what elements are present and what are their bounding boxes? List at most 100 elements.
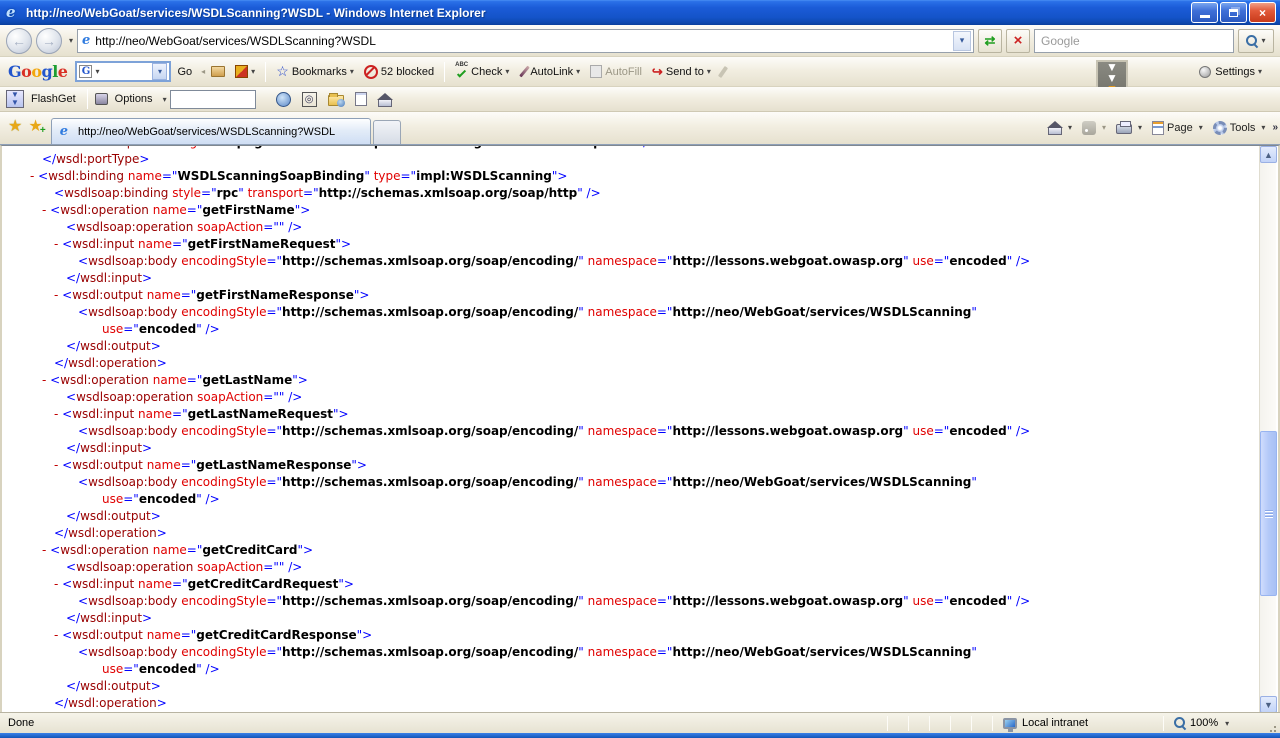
add-favorite-button[interactable]: ★ [28, 116, 42, 136]
google-search-history-dropdown[interactable]: ▾ [152, 63, 167, 80]
highlighter-button[interactable] [717, 64, 729, 80]
new-tab-button[interactable] [373, 120, 401, 144]
google-search-type-dropdown[interactable]: ▾ [95, 67, 99, 76]
scrollbar-thumb[interactable] [1260, 431, 1277, 596]
xml-line: - <wsdl:operation name="getLastName"> [2, 372, 1263, 389]
restore-button[interactable] [1220, 2, 1247, 23]
flashget-links-button[interactable] [351, 90, 371, 108]
xml-token: =" [172, 577, 188, 591]
xml-token: use [913, 594, 934, 608]
flashget-target-button[interactable]: ◎ [298, 90, 321, 109]
xml-token: wsdlsoap:body [88, 475, 177, 489]
forward-button[interactable]: → [36, 28, 62, 54]
settings-button[interactable]: Settings ▾ [1195, 64, 1266, 80]
back-button[interactable]: ← [6, 28, 32, 54]
bookmarks-button[interactable]: ☆ Bookmarks ▾ [272, 61, 358, 82]
google-go-button[interactable]: Go [173, 64, 196, 80]
flashget-label[interactable]: FlashGet [27, 91, 80, 107]
xml-token: =" [657, 305, 673, 319]
flashget-home-button[interactable] [374, 90, 396, 109]
popup-blocker-button[interactable]: 52 blocked [360, 63, 438, 81]
search-button[interactable]: ▾ [1238, 29, 1274, 53]
sendto-button[interactable]: ↪ Send to ▾ [648, 62, 715, 82]
xml-token: encodingStyle [181, 645, 266, 659]
xml-token: http://schemas.xmlsoap.org/soap/encoding… [282, 475, 578, 489]
collapse-toggle[interactable]: - [54, 407, 62, 421]
stop-button[interactable]: × [1006, 29, 1030, 53]
pagerank-dropdown[interactable]: ▾ [251, 67, 255, 76]
print-dropdown[interactable]: ▾ [1138, 123, 1142, 132]
xml-token: wsdlsoap:operation [76, 560, 193, 574]
refresh-button[interactable]: ⇄ [978, 29, 1002, 53]
favorites-center-button[interactable]: ★ [8, 116, 22, 136]
zoom-control[interactable]: 100% ▾ [1174, 717, 1264, 729]
resize-grip[interactable] [1264, 716, 1278, 730]
scroll-up-button[interactable]: ▲ [1260, 146, 1277, 163]
autolink-button[interactable]: AutoLink ▾ [515, 63, 584, 80]
collapse-toggle[interactable]: - [54, 288, 62, 302]
scroll-down-button[interactable]: ▼ [1260, 696, 1277, 712]
search-options-dropdown[interactable]: ▾ [1261, 36, 1265, 45]
xml-token: wsdlsoap:binding [64, 186, 168, 200]
xml-token: impl:WSDLScanning [416, 169, 552, 183]
home-icon [1048, 127, 1062, 135]
tools-dropdown[interactable]: ▾ [1261, 123, 1265, 132]
google-pagerank-button[interactable]: ▾ [231, 63, 259, 80]
options-tool-icon [95, 93, 108, 105]
flashget-search-button[interactable] [272, 90, 295, 109]
ie-app-icon: e [6, 5, 22, 21]
close-button[interactable]: × [1249, 2, 1276, 23]
collapse-toggle[interactable]: - [54, 458, 62, 472]
xml-line: </wsdl:operation> [2, 355, 1263, 372]
bookmarks-dropdown[interactable]: ▾ [350, 67, 354, 76]
minimize-button[interactable] [1191, 2, 1218, 23]
spellcheck-button[interactable]: ABC Check ▾ [451, 62, 513, 82]
home-dropdown[interactable]: ▾ [1068, 123, 1072, 132]
search-input[interactable]: Google [1034, 29, 1234, 53]
address-field[interactable]: e http://neo/WebGoat/services/WSDLScanni… [77, 29, 974, 53]
recent-pages-dropdown[interactable]: ▾ [69, 36, 73, 45]
flashget-input[interactable] [170, 90, 256, 109]
xml-token: "> [333, 407, 349, 421]
xml-token: http://neo/WebGoat/services/WSDLScanning [672, 305, 971, 319]
vertical-scrollbar[interactable]: ▲ ▼ [1259, 146, 1276, 712]
xml-token: =" [172, 407, 188, 421]
page-link-icon [355, 92, 367, 106]
collapse-toggle[interactable]: - [30, 169, 38, 183]
print-button[interactable]: ▾ [1113, 119, 1145, 136]
flashget-icon[interactable]: ▼▼ [6, 90, 24, 108]
xml-token: namespace [588, 424, 657, 438]
xml-token: encodingStyle [181, 254, 266, 268]
sendto-dropdown[interactable]: ▾ [707, 67, 711, 76]
active-tab[interactable]: e http://neo/WebGoat/services/WSDLScanni… [51, 118, 371, 144]
minimize-icon [1200, 15, 1210, 18]
home-button[interactable]: ▾ [1045, 118, 1075, 137]
collapse-toggle[interactable]: - [54, 577, 62, 591]
xml-line: <wsdlsoap:body encodingStyle="http://sch… [2, 304, 1263, 321]
check-dropdown[interactable]: ▾ [505, 67, 509, 76]
collapse-toggle[interactable]: - [42, 373, 50, 387]
command-overflow-button[interactable]: » [1272, 122, 1276, 133]
autolink-dropdown[interactable]: ▾ [576, 67, 580, 76]
google-news-button[interactable] [207, 64, 229, 79]
collapse-toggle[interactable]: - [42, 203, 50, 217]
collapse-toggle[interactable]: - [54, 628, 62, 642]
collapse-toggle[interactable]: - [54, 237, 62, 251]
title-bar: e http://neo/WebGoat/services/WSDLScanni… [0, 0, 1280, 25]
page-menu-button[interactable]: Page ▾ [1149, 119, 1206, 137]
tools-menu-button[interactable]: Tools ▾ [1210, 119, 1269, 137]
zoom-dropdown[interactable]: ▾ [1225, 719, 1229, 728]
command-bar: ▾ ▾ ▾ Page ▾ Tools ▾ » [1045, 112, 1276, 140]
xml-token: =" [181, 628, 197, 642]
collapse-toggle[interactable]: - [42, 543, 50, 557]
zoom-magnifier-icon [1174, 717, 1186, 729]
address-url[interactable]: http://neo/WebGoat/services/WSDLScanning… [95, 34, 953, 48]
flashget-options-button[interactable]: Options [111, 91, 157, 107]
xml-token: "> [351, 458, 367, 472]
settings-dropdown[interactable]: ▾ [1258, 67, 1262, 76]
flashget-sites-button[interactable] [324, 90, 348, 108]
address-dropdown[interactable]: ▾ [953, 31, 971, 51]
options-dropdown[interactable]: ▾ [163, 95, 167, 104]
google-search-input[interactable]: G ▾ ▾ [75, 61, 171, 82]
page-dropdown[interactable]: ▾ [1199, 123, 1203, 132]
